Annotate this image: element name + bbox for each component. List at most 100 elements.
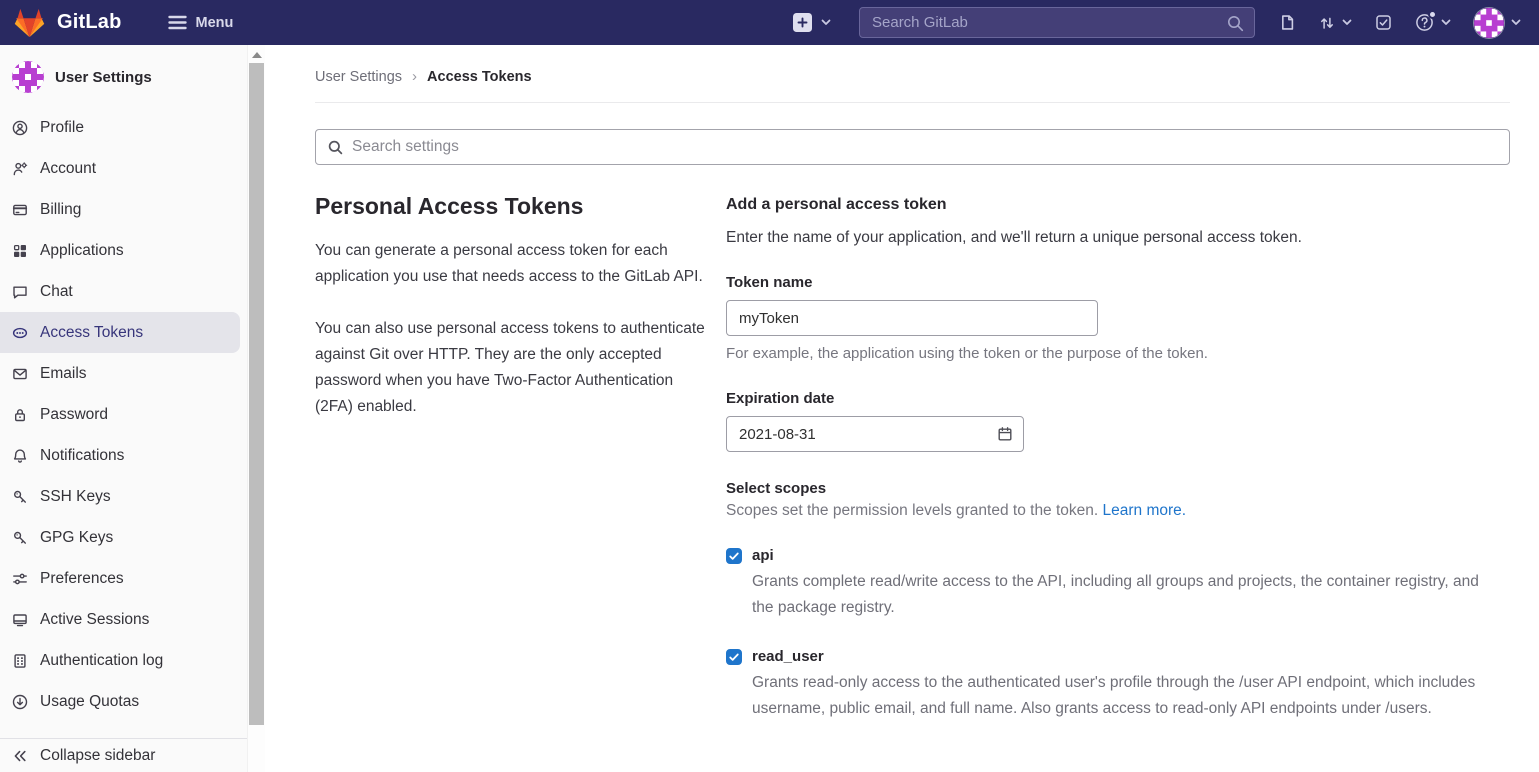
scrollbar-thumb[interactable] [249,63,264,725]
menu-label: Menu [196,15,234,31]
chevron-down-icon [821,19,831,26]
sidebar-item-active-sessions[interactable]: Active Sessions [0,599,247,640]
intro-paragraph: You can generate a personal access token… [315,238,707,290]
scope-description: Grants complete read/write access to the… [752,569,1504,621]
sidebar-nav: Profile Account Billing [0,107,247,722]
sidebar-scrollbar[interactable] [247,45,265,772]
help-dropdown[interactable] [1415,13,1451,32]
todo-icon [1375,14,1392,31]
bell-icon [12,448,28,464]
scope-option-api: api Grants complete read/write access to… [726,547,1510,621]
settings-search [315,129,1510,165]
sidebar-header: User Settings [0,45,247,107]
sidebar-item-label: Applications [40,242,124,260]
emails-icon [12,366,28,382]
sidebar-item-chat[interactable]: Chat [0,271,247,312]
sidebar-item-label: Notifications [40,447,124,465]
key-icon [12,530,28,546]
menu-button[interactable]: Menu [168,15,234,31]
scope-name: api [752,547,774,564]
sidebar-item-label: Account [40,160,96,178]
sidebar-item-gpg-keys[interactable]: GPG Keys [0,517,247,558]
sidebar-item-applications[interactable]: Applications [0,230,247,271]
sidebar-item-preferences[interactable]: Preferences [0,558,247,599]
monitor-icon [12,612,28,628]
scrollbar-up-arrow[interactable] [252,52,262,58]
sidebar-item-notifications[interactable]: Notifications [0,435,247,476]
sidebar-item-label: Usage Quotas [40,693,139,711]
settings-search-input[interactable] [352,138,1497,156]
navbar-icon-group [1279,8,1521,38]
expiration-date-label: Expiration date [726,390,1510,407]
sidebar-item-profile[interactable]: Profile [0,107,247,148]
sidebar-item-label: SSH Keys [40,488,111,506]
user-menu-dropdown[interactable] [1474,8,1521,38]
sidebar-item-label: Billing [40,201,81,219]
sidebar-item-label: Emails [40,365,87,383]
chat-icon [12,284,28,300]
account-icon [12,161,28,177]
merge-requests-icon [1319,15,1335,31]
merge-requests-dropdown[interactable] [1319,15,1352,31]
sidebar-item-password[interactable]: Password [0,394,247,435]
sidebar-item-authentication-log[interactable]: Authentication log [0,640,247,681]
token-name-help: For example, the application using the t… [726,345,1510,362]
token-name-input[interactable] [726,300,1098,336]
sidebar-item-account[interactable]: Account [0,148,247,189]
todos-button[interactable] [1375,14,1392,31]
breadcrumb-current: Access Tokens [427,69,532,85]
lock-icon [12,407,28,423]
calendar-icon[interactable] [997,426,1013,442]
main-content: User Settings › Access Tokens Personal A… [265,45,1539,772]
chevron-down-icon [1441,19,1451,26]
tanuki-icon [14,8,45,38]
issues-icon [1279,14,1296,31]
collapse-sidebar-label: Collapse sidebar [40,747,155,765]
sidebar-item-label: Chat [40,283,73,301]
collapse-sidebar-button[interactable]: Collapse sidebar [0,738,247,772]
avatar [12,61,44,93]
form-heading: Add a personal access token [726,196,1510,214]
notification-dot [1428,10,1437,19]
search-icon [1227,15,1244,32]
learn-more-link[interactable]: Learn more. [1103,502,1187,519]
scopes-help-text: Scopes set the permission levels granted… [726,502,1098,519]
quota-icon [12,694,28,710]
sidebar-item-billing[interactable]: Billing [0,189,247,230]
api-checkbox[interactable] [726,548,742,564]
top-navbar: GitLab Menu [0,0,1539,45]
global-search-input[interactable] [860,14,1254,31]
sidebar-item-label: GPG Keys [40,529,113,547]
sidebar-item-label: Password [40,406,108,424]
new-item-dropdown[interactable] [793,13,831,32]
settings-sidebar: User Settings Profile [0,45,265,772]
scope-option-read-user: read_user Grants read-only access to the… [726,648,1510,722]
scope-description: Grants read-only access to the authentic… [752,670,1504,722]
breadcrumb-user-settings[interactable]: User Settings [315,69,402,85]
page-title: Personal Access Tokens [315,193,707,220]
sidebar-item-ssh-keys[interactable]: SSH Keys [0,476,247,517]
sidebar-item-label: Access Tokens [40,324,143,342]
profile-icon [12,120,28,136]
sidebar-item-label: Preferences [40,570,124,588]
sidebar-item-label: Active Sessions [40,611,149,629]
sidebar-item-access-tokens[interactable]: Access Tokens [0,312,240,353]
sidebar-title: User Settings [55,69,152,86]
sidebar-item-usage-quotas[interactable]: Usage Quotas [0,681,247,722]
key-icon [12,489,28,505]
hamburger-icon [168,15,187,30]
section-description: Personal Access Tokens You can generate … [315,193,707,722]
chevron-double-left-icon [12,748,28,764]
chevron-down-icon [1342,19,1352,26]
breadcrumb: User Settings › Access Tokens [315,45,1510,103]
gitlab-logo[interactable]: GitLab [14,8,122,38]
expiration-date-input[interactable] [726,416,1024,452]
log-grid-icon [12,653,28,669]
avatar [1474,8,1504,38]
sidebar-item-emails[interactable]: Emails [0,353,247,394]
intro-paragraph: You can also use personal access tokens … [315,316,707,420]
sliders-icon [12,571,28,587]
select-scopes-label: Select scopes [726,480,1510,497]
issues-button[interactable] [1279,14,1296,31]
read-user-checkbox[interactable] [726,649,742,665]
